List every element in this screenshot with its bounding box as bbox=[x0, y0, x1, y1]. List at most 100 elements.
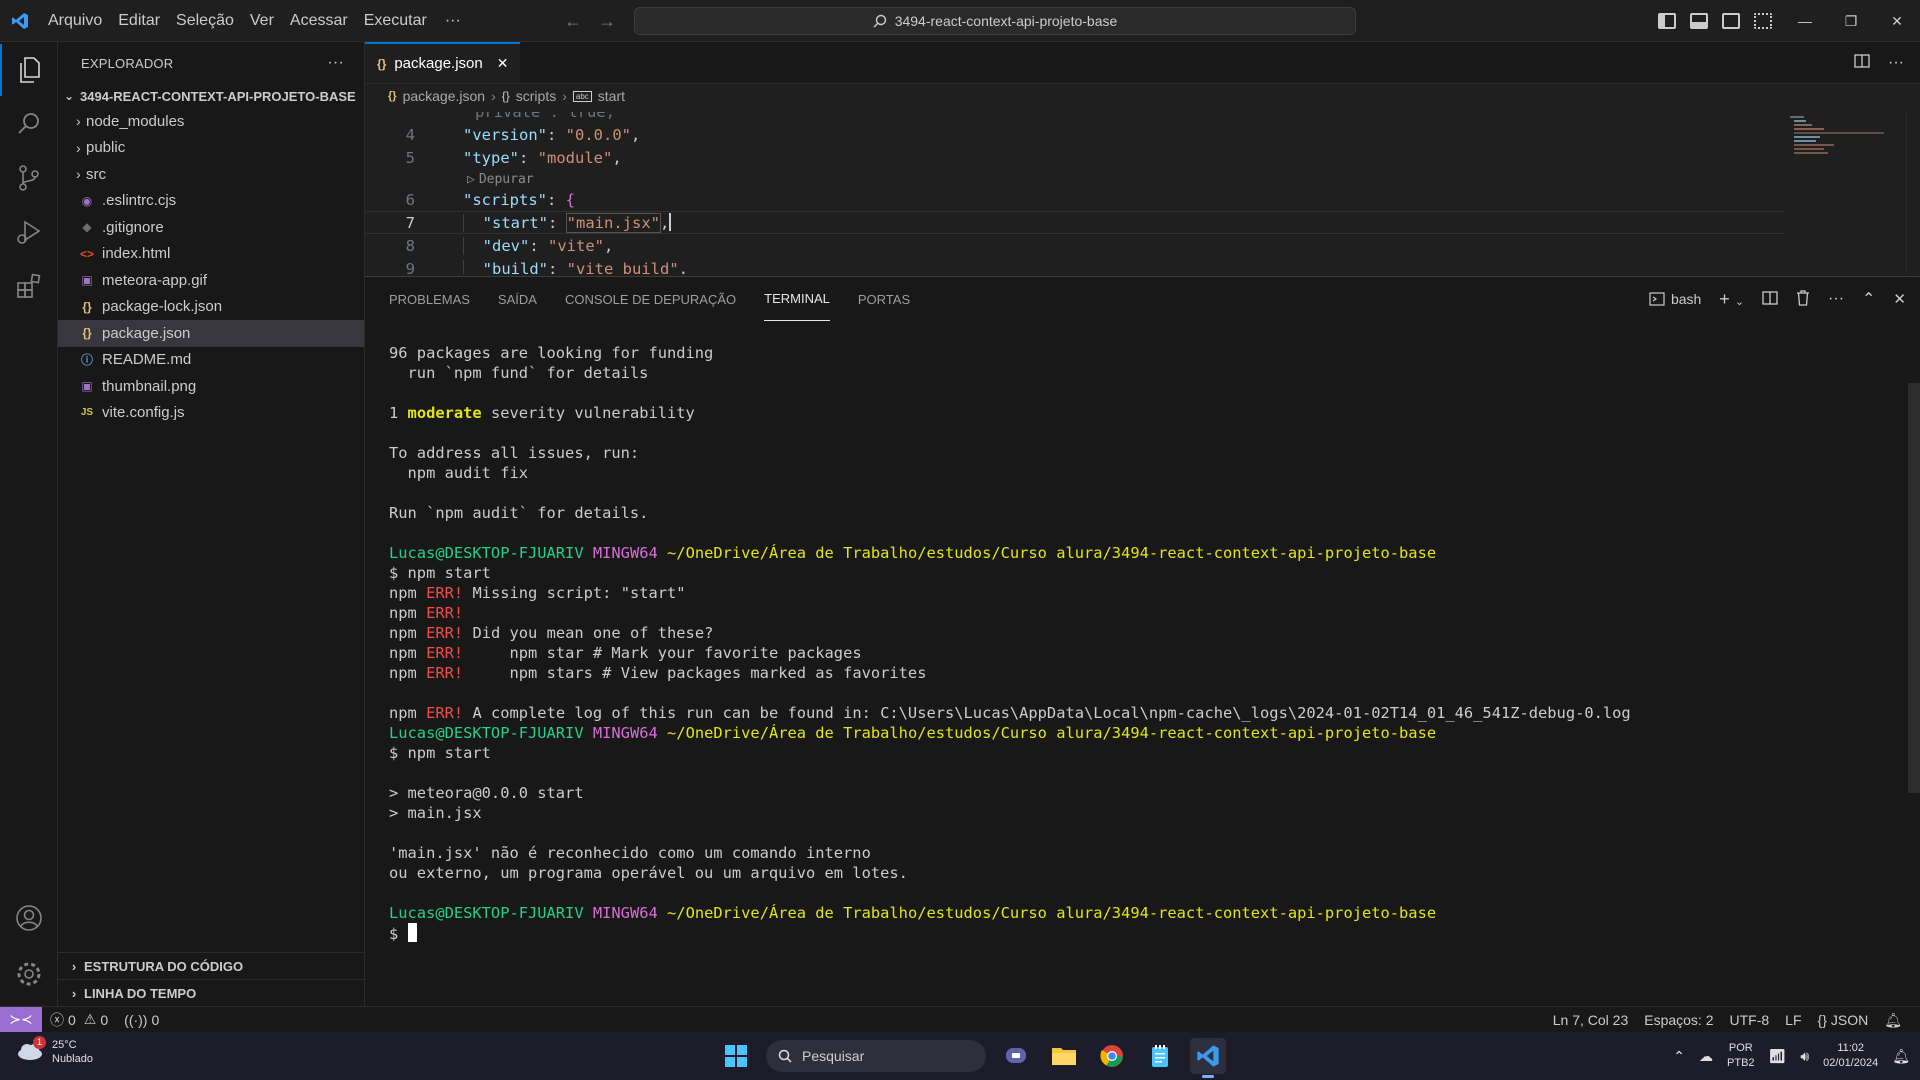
back-arrow-icon[interactable]: ← bbox=[564, 11, 582, 32]
language-indicator[interactable]: POR PTB2 bbox=[1727, 1041, 1755, 1071]
breadcrumb-file[interactable]: package.json bbox=[403, 88, 486, 104]
debug-codelens[interactable]: ▷ Depurar bbox=[467, 170, 534, 188]
tree-file-index-html[interactable]: <> index.html bbox=[58, 241, 364, 268]
explorer-icon[interactable] bbox=[0, 44, 58, 96]
weather-text: 25°C Nublado bbox=[52, 1038, 93, 1066]
file-explorer-icon[interactable] bbox=[1046, 1038, 1082, 1074]
weather-widget[interactable]: 1 25°C Nublado bbox=[16, 1036, 93, 1066]
json-value: "main.jsx" bbox=[565, 213, 662, 233]
tree-file-eslintrc[interactable]: ◉ .eslintrc.cjs bbox=[58, 188, 364, 215]
timeline-section[interactable]: › LINHA DO TEMPO bbox=[58, 979, 365, 1006]
accounts-icon[interactable] bbox=[0, 892, 58, 944]
tree-file-package-lock[interactable]: {} package-lock.json bbox=[58, 294, 364, 321]
terminal-shell-selector[interactable]: bash bbox=[1649, 291, 1701, 307]
breadcrumb-start[interactable]: start bbox=[598, 88, 625, 104]
wifi-icon[interactable]: 📶︎ bbox=[1769, 1048, 1787, 1065]
toggle-secondary-sidebar-icon[interactable] bbox=[1722, 13, 1740, 29]
vscode-taskbar-icon[interactable] bbox=[1190, 1038, 1226, 1078]
end-of-line[interactable]: LF bbox=[1777, 1012, 1809, 1028]
menu-selecao[interactable]: Seleção bbox=[168, 0, 242, 42]
explorer-more-button[interactable]: ··· bbox=[327, 54, 344, 72]
tab-output[interactable]: SAÍDA bbox=[498, 277, 537, 321]
panel-more-button[interactable]: ··· bbox=[1828, 290, 1844, 308]
notepad-icon[interactable] bbox=[1142, 1038, 1178, 1074]
close-window-icon[interactable]: ✕ bbox=[1874, 0, 1920, 42]
ports-indicator[interactable]: ((·)) 0 bbox=[116, 1012, 167, 1028]
remote-indicator-icon[interactable]: ≻≺ bbox=[0, 1006, 42, 1033]
terminal-output[interactable]: 96 packages are looking for funding run … bbox=[389, 343, 1889, 943]
minimap[interactable] bbox=[1790, 112, 1900, 182]
extensions-icon[interactable] bbox=[0, 260, 58, 312]
command-center-search[interactable]: 3494-react-context-api-projeto-base bbox=[634, 7, 1356, 35]
volume-icon[interactable]: 🔊︎ bbox=[1800, 1048, 1809, 1065]
tab-package-json[interactable]: {} package.json ✕ bbox=[365, 42, 521, 83]
code-editor[interactable]: "private": true, 4 "version": "0.0.0", 5… bbox=[365, 112, 1795, 274]
split-terminal-icon[interactable] bbox=[1762, 290, 1778, 308]
project-folder-header[interactable]: ⌄ 3494-REACT-CONTEXT-API-PROJETO-BASE bbox=[58, 84, 364, 108]
bell-icon[interactable]: 🔔︎ bbox=[1876, 1012, 1910, 1029]
settings-gear-icon[interactable] bbox=[0, 948, 58, 1000]
tree-file-thumbnail[interactable]: ▣ thumbnail.png bbox=[58, 373, 364, 400]
terminal-input-line[interactable]: $ bbox=[389, 923, 1889, 943]
tree-file-package-json[interactable]: {} package.json bbox=[58, 320, 364, 347]
cursor-position[interactable]: Ln 7, Col 23 bbox=[1545, 1012, 1637, 1028]
tree-file-gitignore[interactable]: ◆ .gitignore bbox=[58, 214, 364, 241]
menu-arquivo[interactable]: Arquivo bbox=[40, 0, 110, 42]
editor-more-button[interactable]: ··· bbox=[1888, 54, 1904, 72]
encoding[interactable]: UTF-8 bbox=[1722, 1012, 1778, 1028]
menu-acessar[interactable]: Acessar bbox=[282, 0, 356, 42]
terminal-prompt: Lucas@DESKTOP-FJUARIV MINGW64 ~/OneDrive… bbox=[389, 723, 1889, 743]
problems-indicator[interactable]: ⓧ 0 ⚠ 0 bbox=[42, 1010, 116, 1030]
tree-file-vite-config[interactable]: JS vite.config.js bbox=[58, 400, 364, 427]
terminal-line: > meteora@0.0.0 start bbox=[389, 784, 584, 802]
teams-chat-icon[interactable] bbox=[998, 1038, 1034, 1074]
chrome-icon[interactable] bbox=[1094, 1038, 1130, 1074]
toggle-sidebar-icon[interactable] bbox=[1658, 13, 1676, 29]
notification-bell-icon[interactable]: 🔔︎ bbox=[1892, 1048, 1910, 1065]
tab-debug-console[interactable]: CONSOLE DE DEPURAÇÃO bbox=[565, 277, 736, 321]
language-mode[interactable]: {} JSON bbox=[1810, 1012, 1877, 1028]
outline-section[interactable]: › ESTRUTURA DO CÓDIGO bbox=[58, 952, 365, 979]
onedrive-icon[interactable]: ☁ bbox=[1699, 1048, 1713, 1065]
customize-layout-icon[interactable] bbox=[1754, 13, 1772, 29]
editor-scrollbar[interactable] bbox=[1906, 112, 1920, 274]
menu-more-button[interactable]: ··· bbox=[435, 12, 471, 30]
restore-icon[interactable]: ❐ bbox=[1828, 0, 1874, 42]
tree-folder-public[interactable]: › public bbox=[58, 135, 364, 162]
forward-arrow-icon[interactable]: → bbox=[598, 11, 616, 32]
terminal-line: > main.jsx bbox=[389, 804, 482, 822]
tree-folder-src[interactable]: › src bbox=[58, 161, 364, 188]
maximize-panel-icon[interactable]: ⌃ bbox=[1862, 289, 1875, 309]
toggle-panel-icon[interactable] bbox=[1690, 13, 1708, 29]
search-icon[interactable] bbox=[0, 98, 58, 150]
close-tab-icon[interactable]: ✕ bbox=[497, 55, 509, 72]
taskbar-search[interactable]: Pesquisar bbox=[766, 1040, 986, 1072]
minimize-icon[interactable]: — bbox=[1782, 0, 1828, 42]
run-and-debug-icon[interactable] bbox=[0, 206, 58, 258]
chevron-right-icon: › bbox=[76, 166, 81, 183]
split-editor-icon[interactable] bbox=[1854, 53, 1870, 73]
indentation[interactable]: Espaços: 2 bbox=[1636, 1012, 1721, 1028]
new-terminal-icon[interactable]: + ⌄ bbox=[1719, 289, 1744, 310]
menu-executar[interactable]: Executar bbox=[356, 0, 435, 42]
terminal-scrollbar[interactable] bbox=[1908, 383, 1920, 793]
tab-ports[interactable]: PORTAS bbox=[858, 277, 910, 321]
menu-editar[interactable]: Editar bbox=[110, 0, 168, 42]
close-panel-icon[interactable]: ✕ bbox=[1893, 290, 1906, 308]
windows-start-icon[interactable] bbox=[718, 1038, 754, 1074]
tab-terminal[interactable]: TERMINAL bbox=[764, 277, 830, 321]
source-control-icon[interactable] bbox=[0, 152, 58, 204]
chevron-up-icon[interactable]: ⌃ bbox=[1673, 1048, 1685, 1065]
clock[interactable]: 11:02 02/01/2024 bbox=[1823, 1041, 1878, 1071]
tree-folder-node-modules[interactable]: › node_modules bbox=[58, 108, 364, 135]
tree-file-meteora-gif[interactable]: ▣ meteora-app.gif bbox=[58, 267, 364, 294]
ports-count: 0 bbox=[151, 1011, 160, 1028]
line-number: 6 bbox=[405, 190, 415, 209]
tree-file-readme[interactable]: ⓘ README.md bbox=[58, 347, 364, 374]
terminal-line: ou externo, um programa operável ou um a… bbox=[389, 864, 908, 882]
weather-badge: 1 bbox=[33, 1036, 46, 1049]
trash-icon[interactable] bbox=[1796, 289, 1810, 309]
menu-ver[interactable]: Ver bbox=[242, 0, 282, 42]
breadcrumb-scripts[interactable]: scripts bbox=[516, 88, 556, 104]
tab-problems[interactable]: PROBLEMAS bbox=[389, 277, 470, 321]
